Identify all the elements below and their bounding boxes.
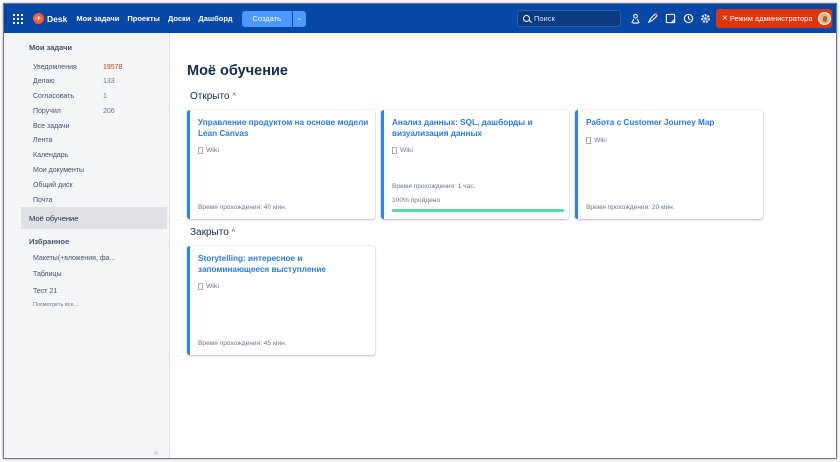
- create-dropdown-chevron-icon[interactable]: ⌄: [292, 10, 307, 27]
- users-icon[interactable]: [630, 13, 641, 24]
- logo[interactable]: ✈ Desk: [33, 13, 67, 24]
- section-closed-title: Закрыто: [190, 227, 229, 238]
- sidebar: Мои задачи Уведомления 19578 Делаю 133 С…: [4, 33, 170, 458]
- course-duration: Время прохождения: 45 мин.: [198, 340, 287, 347]
- sidebar-favorite-mockups[interactable]: Макеты(+вложения, фа...: [33, 255, 115, 262]
- close-icon: ×: [722, 12, 728, 24]
- course-duration: Время прохождения: 1 час.: [392, 183, 476, 190]
- page-title: Моё обучение: [187, 63, 288, 79]
- course-title[interactable]: Анализ данных: SQL, дашборды и визуализа…: [392, 118, 564, 139]
- nav-my-tasks[interactable]: Мои задачи: [76, 14, 119, 23]
- sidebar-heading-favorites[interactable]: Избранное: [29, 237, 69, 246]
- document-icon: [198, 283, 203, 290]
- logo-rocket-icon: ✈: [33, 13, 44, 24]
- course-progress-bar: [392, 209, 564, 212]
- sidebar-item-my-documents[interactable]: Мои документы: [33, 167, 84, 174]
- sidebar-show-all-link[interactable]: Посмотреть все...: [33, 302, 78, 308]
- course-card[interactable]: Работа с Customer Journey Map Wiki Время…: [575, 110, 763, 219]
- search-input[interactable]: [534, 14, 618, 23]
- course-tag-label: Wiki: [206, 283, 219, 290]
- course-tag-label: Wiki: [206, 147, 219, 154]
- collapse-sidebar-icon[interactable]: «: [154, 448, 158, 457]
- sidebar-count-notifications: 19578: [103, 64, 123, 71]
- course-progress-label: 100% пройдено: [392, 197, 441, 204]
- sidebar-item-calendar[interactable]: Календарь: [33, 152, 68, 159]
- sidebar-item-all-tasks[interactable]: Все задачи: [33, 123, 70, 130]
- admin-mode-button[interactable]: × Режим администратора: [716, 9, 832, 28]
- course-title[interactable]: Управление продуктом на основе модели Le…: [198, 118, 370, 139]
- logo-text: Desk: [47, 13, 68, 24]
- sidebar-item-my-learning[interactable]: Моё обучение: [21, 207, 167, 229]
- sidebar-item-assigned[interactable]: Поручил: [33, 108, 61, 115]
- course-duration: Время прохождения: 40 мин.: [198, 204, 287, 211]
- course-duration: Время прохождения: 20 мин.: [586, 204, 675, 211]
- nav-projects[interactable]: Проекты: [127, 14, 160, 23]
- admin-mode-label: Режим администратора: [729, 14, 813, 23]
- course-card[interactable]: Storytelling: интересное и запоминающеес…: [187, 246, 375, 355]
- sidebar-item-feed[interactable]: Лента: [33, 137, 52, 144]
- document-icon: [198, 147, 203, 154]
- course-card[interactable]: Анализ данных: SQL, дашборды и визуализа…: [381, 110, 569, 219]
- create-button-group: Создать ⌄: [241, 10, 307, 27]
- sidebar-item-mail[interactable]: Почта: [33, 197, 52, 204]
- course-title[interactable]: Работа с Customer Journey Map: [586, 118, 758, 129]
- settings-icon[interactable]: [700, 13, 711, 24]
- course-title[interactable]: Storytelling: интересное и запоминающеес…: [198, 254, 370, 275]
- top-navigation-bar: ✈ Desk Мои задачи Проекты Доски Дашборд …: [4, 4, 836, 33]
- course-tag: Wiki: [392, 147, 413, 154]
- section-open-title: Открыто: [190, 91, 230, 102]
- search-box: [517, 10, 621, 27]
- rocket-icon[interactable]: [647, 13, 658, 24]
- course-progress-fill: [392, 209, 564, 212]
- sidebar-item-notifications[interactable]: Уведомления: [33, 64, 77, 71]
- sidebar-count-approve: 1: [103, 93, 107, 100]
- document-icon: [392, 147, 397, 154]
- course-card[interactable]: Управление продуктом на основе модели Le…: [187, 110, 375, 219]
- sidebar-item-shared-drive[interactable]: Общий диск: [33, 182, 73, 189]
- chevron-up-icon: ^: [232, 93, 236, 100]
- app-switcher-icon[interactable]: [13, 13, 23, 24]
- search-icon: [523, 15, 530, 22]
- course-tag-label: Wiki: [594, 137, 607, 144]
- course-tag-label: Wiki: [400, 147, 413, 154]
- sidebar-item-my-learning-label: Моё обучение: [29, 214, 79, 223]
- notes-icon[interactable]: [665, 13, 676, 24]
- section-closed-header[interactable]: Закрыто ^: [190, 227, 235, 238]
- app-window: ✈ Desk Мои задачи Проекты Доски Дашборд …: [3, 3, 837, 459]
- nav-dashboard[interactable]: Дашборд: [198, 14, 232, 23]
- course-tag: Wiki: [586, 137, 607, 144]
- course-tag: Wiki: [198, 283, 219, 290]
- sidebar-heading-my-tasks[interactable]: Мои задачи: [29, 43, 72, 52]
- avatar[interactable]: [817, 12, 831, 25]
- course-tag: Wiki: [198, 147, 219, 154]
- section-open-header[interactable]: Открыто ^: [190, 91, 236, 102]
- sidebar-favorite-test-21[interactable]: Тест 21: [33, 288, 57, 295]
- create-button[interactable]: Создать: [241, 10, 293, 27]
- history-icon[interactable]: [683, 13, 694, 24]
- sidebar-item-approve[interactable]: Согласовать: [33, 93, 74, 100]
- sidebar-favorite-tables[interactable]: Таблицы: [33, 271, 62, 278]
- chevron-up-icon: ^: [231, 229, 236, 236]
- nav-boards[interactable]: Доски: [168, 14, 190, 23]
- sidebar-count-doing: 133: [103, 78, 115, 85]
- sidebar-count-assigned: 206: [103, 108, 115, 115]
- sidebar-item-doing[interactable]: Делаю: [33, 78, 55, 85]
- document-icon: [586, 137, 591, 144]
